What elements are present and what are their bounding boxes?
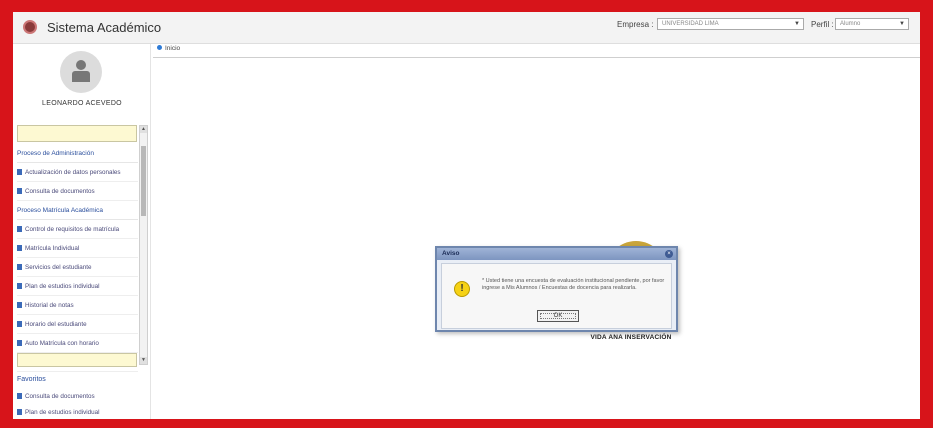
ok-button[interactable]: OK [537, 310, 579, 322]
menu-section-label: Proceso de Administración [17, 150, 94, 157]
page-icon [17, 393, 22, 399]
avatar [60, 51, 102, 93]
page-icon [17, 283, 22, 289]
page-icon [17, 302, 22, 308]
menu-item-label: Historial de notas [25, 302, 74, 309]
sidebar-menu-item[interactable]: Consulta de documentos [17, 182, 138, 201]
emblem-caption: VIDA ANA INSERVACIÓN [590, 334, 672, 341]
warning-icon: ! [454, 281, 470, 297]
menu-item-label: Servicios del estudiante [25, 264, 92, 271]
dialog-body: ! * Usted tiene una encuesta de evaluaci… [441, 263, 672, 329]
perfil-label: Perfil : [811, 20, 834, 29]
menu-section-label: Proceso Matrícula Académica [17, 207, 103, 214]
favorite-item[interactable]: Plan de estudios individual [17, 405, 138, 419]
page-icon [17, 409, 22, 415]
sidebar-scrollbar[interactable]: ▲ ▼ [139, 125, 148, 365]
sidebar: LEONARDO ACEVEDO ▲ ▼ Proceso de Administ… [13, 44, 151, 419]
app-window: Sistema Académico Empresa : UNIVERSIDAD … [13, 12, 920, 419]
sidebar-menu-item[interactable]: Servicios del estudiante [17, 258, 138, 277]
menu-search-input[interactable] [17, 125, 137, 142]
scroll-up-icon[interactable]: ▲ [140, 126, 147, 133]
tab-label: Inicio [165, 45, 181, 52]
university-logo-icon [23, 20, 37, 34]
sidebar-menu-item[interactable]: Auto Matrícula con horario [17, 334, 138, 353]
page-icon [17, 188, 22, 194]
menu-item-label: Control de requisitos de matrícula [25, 226, 120, 233]
empresa-label: Empresa : [617, 20, 654, 29]
favorite-item-label: Plan de estudios individual [25, 409, 100, 416]
chevron-down-icon: ▼ [794, 21, 800, 27]
scroll-thumb[interactable] [141, 146, 146, 216]
empresa-value: UNIVERSIDAD LIMA [662, 21, 719, 27]
menu-section-header[interactable]: Proceso de Administración [17, 144, 138, 163]
menu-item-label: Horario del estudiante [25, 321, 87, 328]
alert-dialog: Aviso × ! * Usted tiene una encuesta de … [435, 246, 678, 332]
page-icon [17, 340, 22, 346]
empresa-select[interactable]: UNIVERSIDAD LIMA ▼ [657, 18, 804, 30]
menu-filter-input[interactable] [17, 353, 137, 367]
chevron-down-icon: ▼ [899, 21, 905, 27]
sidebar-menu-item[interactable]: Plan de estudios individual [17, 277, 138, 296]
page-icon [17, 245, 22, 251]
home-icon [157, 45, 162, 50]
sidebar-menu-item[interactable]: Historial de notas [17, 296, 138, 315]
favorite-item[interactable]: Consulta de documentos [17, 389, 138, 405]
sidebar-menu: Proceso de Administración Actualización d… [17, 144, 138, 372]
menu-item-label: Actualización de datos personales [25, 169, 121, 176]
header-bar: Sistema Académico Empresa : UNIVERSIDAD … [13, 12, 920, 44]
dialog-title: Aviso [442, 250, 460, 257]
menu-item-label: Auto Matrícula con horario [25, 340, 99, 347]
menu-item-label: Consulta de documentos [25, 188, 95, 195]
sidebar-menu-item[interactable]: Horario del estudiante [17, 315, 138, 334]
tab-bar: Inicio [153, 44, 920, 58]
page-icon [17, 321, 22, 327]
page-icon [17, 264, 22, 270]
dialog-message: * Usted tiene una encuesta de evaluación… [482, 278, 665, 291]
user-icon [76, 60, 86, 70]
close-icon[interactable]: × [665, 250, 673, 258]
scroll-down-icon[interactable]: ▼ [140, 357, 147, 364]
app-title: Sistema Académico [47, 20, 162, 35]
menu-item-label: Matrícula Individual [25, 245, 80, 252]
sidebar-menu-item[interactable]: Actualización de datos personales [17, 163, 138, 182]
tab-inicio[interactable]: Inicio [157, 45, 180, 52]
dialog-titlebar[interactable]: Aviso × [437, 248, 676, 260]
perfil-select[interactable]: Alumno ▼ [835, 18, 909, 30]
sidebar-menu-item[interactable]: Matrícula Individual [17, 239, 138, 258]
menu-section-header[interactable]: Proceso Matrícula Académica [17, 201, 138, 220]
user-icon-body [72, 71, 90, 82]
favorite-item-label: Consulta de documentos [25, 393, 95, 400]
page-icon [17, 226, 22, 232]
page-icon [17, 169, 22, 175]
perfil-value: Alumno [840, 21, 861, 27]
favorites-title: Favoritos [17, 376, 46, 383]
user-name: LEONARDO ACEVEDO [42, 100, 122, 107]
focus-ring [540, 313, 576, 319]
menu-item-label: Plan de estudios individual [25, 283, 100, 290]
sidebar-menu-item[interactable]: Control de requisitos de matrícula [17, 220, 138, 239]
